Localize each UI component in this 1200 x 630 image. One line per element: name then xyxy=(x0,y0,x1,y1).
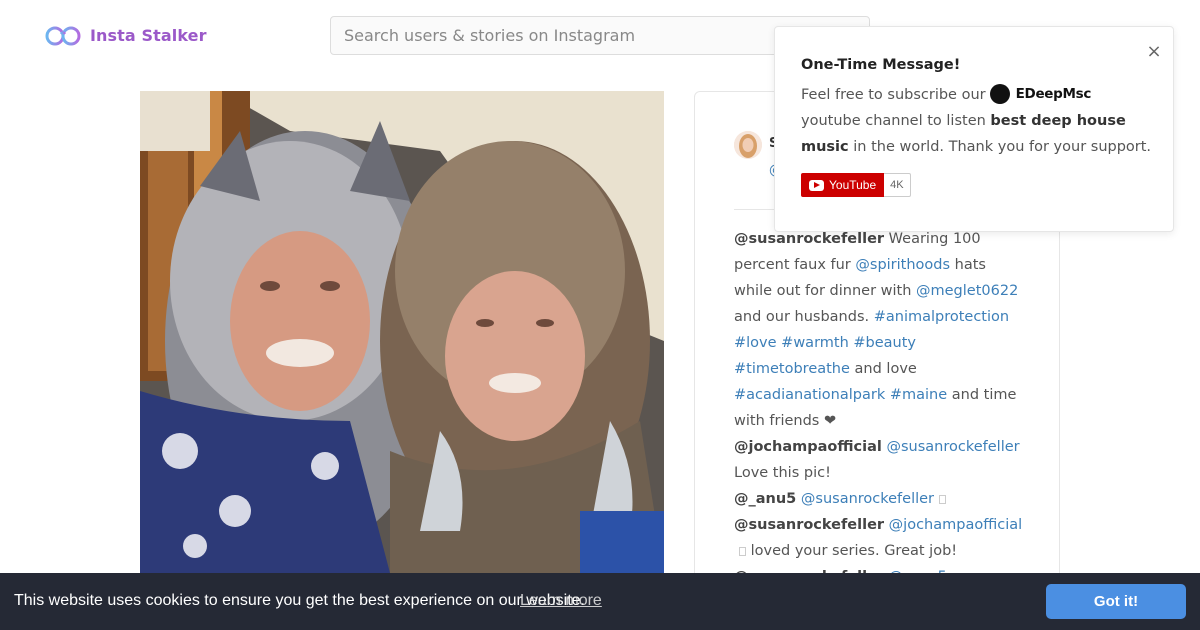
mention-link[interactable]: @susanrockefeller xyxy=(886,439,1019,455)
cookie-accept-button[interactable]: Got it! xyxy=(1046,584,1186,619)
comment-username[interactable]: @susanrockefeller xyxy=(734,231,884,247)
post-photo xyxy=(140,91,664,573)
popup-body: Feel free to subscribe our EDeepMsc youtu… xyxy=(801,81,1153,160)
comment-username[interactable]: @_anu5 xyxy=(734,491,796,507)
mention-link[interactable]: @spirithoods xyxy=(855,257,950,273)
comment: @susanrockefeller @jochampaofficial love… xyxy=(734,512,1024,564)
comment-text: loved your series. Great job! xyxy=(746,543,958,559)
cookie-banner: This website uses cookies to ensure you … xyxy=(0,573,1200,630)
hashtag-link[interactable]: #love xyxy=(734,335,777,351)
logo-icon xyxy=(45,26,81,46)
avatar[interactable] xyxy=(734,131,762,159)
channel-badge[interactable]: EDeepMsc xyxy=(989,81,1092,107)
hashtag-link[interactable]: #timetobreathe xyxy=(734,361,850,377)
emoji-placeholder-icon xyxy=(939,495,947,504)
youtube-subscribe: YouTube 4K xyxy=(801,173,911,197)
popup-text-end: in the world. Thank you for your support… xyxy=(853,139,1152,155)
cookie-learn-more-link[interactable]: Learn more xyxy=(520,592,602,610)
caption-text: @susanrockefeller Wearing 100 percent fa… xyxy=(734,226,1024,434)
emoji-placeholder-icon xyxy=(739,547,746,556)
one-time-message-popup: × One-Time Message! Feel free to subscri… xyxy=(774,26,1174,232)
channel-logo-icon xyxy=(989,84,1010,104)
cookie-message: This website uses cookies to ensure you … xyxy=(14,592,585,609)
comment: @_anu5 @susanrockefeller xyxy=(734,486,1024,512)
youtube-play-icon xyxy=(809,179,824,191)
comment-text: and our husbands. xyxy=(734,309,874,325)
youtube-subscriber-count: 4K xyxy=(884,173,911,197)
hashtag-link[interactable]: #warmth xyxy=(781,335,849,351)
logo-text: Insta Stalker xyxy=(90,25,207,45)
hashtag-link[interactable]: #beauty xyxy=(853,335,916,351)
comment-text: and love xyxy=(849,361,917,377)
comment-username[interactable]: @susanrockefeller xyxy=(734,517,884,533)
popup-text-before: Feel free to subscribe our xyxy=(801,87,986,103)
post-caption: @susanrockefeller Wearing 100 percent fa… xyxy=(734,226,1024,590)
comment: @jochampaofficial @susanrockefeller Love… xyxy=(734,434,1024,486)
mention-link[interactable]: @jochampaofficial xyxy=(889,517,1022,533)
mention-link[interactable]: @susanrockefeller xyxy=(801,491,934,507)
comment-username[interactable]: @jochampaofficial xyxy=(734,439,882,455)
hashtag-link[interactable]: #animalprotection xyxy=(874,309,1009,325)
popup-title: One-Time Message! xyxy=(801,57,961,73)
youtube-label: YouTube xyxy=(829,178,877,192)
logo-link[interactable]: Insta Stalker xyxy=(44,22,207,48)
popup-text-after: youtube channel to listen xyxy=(801,113,986,129)
hashtag-link[interactable]: #acadianationalpark xyxy=(734,387,885,403)
youtube-subscribe-button[interactable]: YouTube xyxy=(801,173,885,197)
mention-link[interactable]: @meglet0622 xyxy=(916,283,1018,299)
comment-text: Love this pic! xyxy=(734,465,831,481)
channel-name: EDeepMsc xyxy=(1015,86,1092,102)
close-icon[interactable]: × xyxy=(1145,43,1163,61)
hashtag-link[interactable]: #maine xyxy=(890,387,947,403)
